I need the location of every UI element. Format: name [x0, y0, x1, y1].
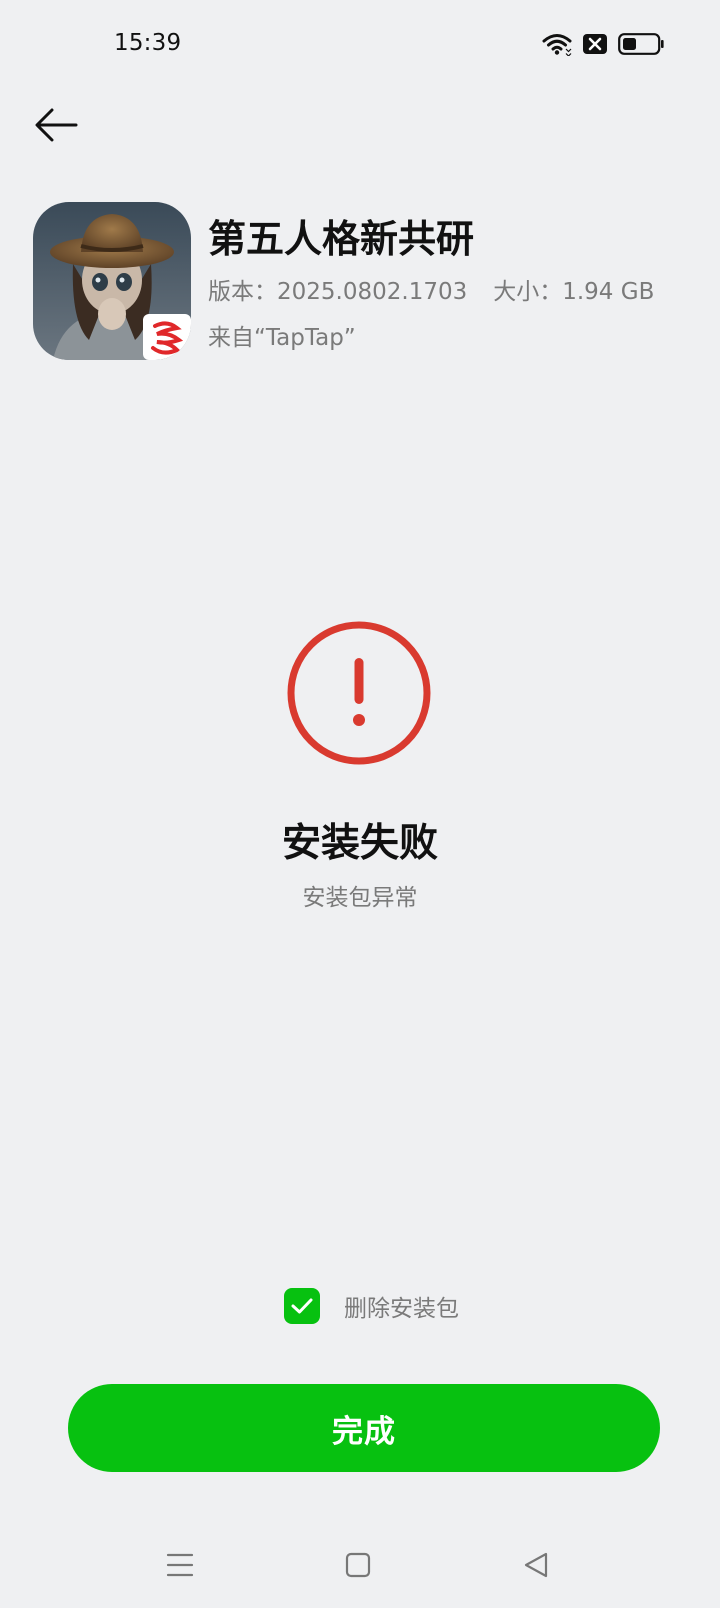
- install-failed-title: 安装失败: [281, 821, 438, 866]
- nav-menu-button[interactable]: [150, 1542, 210, 1588]
- back-triangle-icon: [524, 1552, 548, 1578]
- app-version: 版本：2025.0802.1703: [208, 279, 468, 305]
- nav-back-button[interactable]: [506, 1542, 566, 1588]
- delete-package-checkbox[interactable]: [284, 1288, 320, 1324]
- app-meta: 版本：2025.0802.1703 大小：1.94 GB: [208, 272, 654, 306]
- no-sim-icon: [582, 33, 608, 59]
- install-failed-reason: 安装包异常: [302, 885, 418, 911]
- app-name: 第五人格新共研: [208, 217, 475, 261]
- menu-icon: [166, 1553, 194, 1577]
- app-source: 来自“TapTap”: [208, 325, 356, 351]
- delete-package-label: 删除安装包: [344, 1296, 459, 1322]
- home-icon: [345, 1552, 371, 1578]
- app-icon: [33, 202, 191, 360]
- status-time: 15:39: [114, 30, 182, 56]
- arrow-left-icon: [35, 108, 78, 142]
- error-exclamation-icon: [286, 620, 432, 766]
- nav-home-button[interactable]: [328, 1542, 388, 1588]
- wifi-icon: [542, 32, 572, 60]
- delete-package-option[interactable]: 删除安装包: [284, 1288, 459, 1324]
- app-size: 大小：1.94 GB: [493, 279, 655, 305]
- done-button[interactable]: 完成: [68, 1384, 660, 1472]
- checkmark-icon: [291, 1298, 313, 1314]
- back-button[interactable]: [28, 100, 84, 150]
- status-icons: [542, 32, 664, 60]
- battery-icon: [618, 33, 664, 59]
